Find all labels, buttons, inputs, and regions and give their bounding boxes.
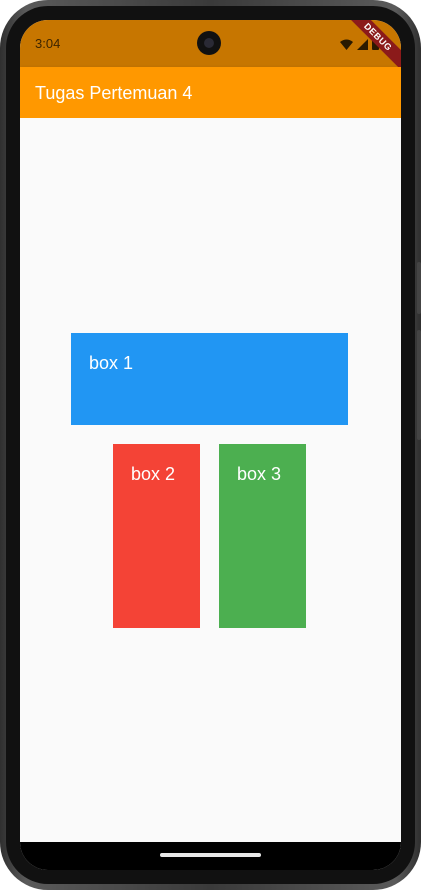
status-time: 3:04 <box>35 36 61 51</box>
app-title: Tugas Pertemuan 4 <box>35 83 193 103</box>
box-3-label: box 3 <box>237 464 282 484</box>
power-button <box>417 262 421 314</box>
volume-button <box>417 330 421 440</box>
box-1: box 1 <box>71 333 348 425</box>
signal-icon <box>357 37 368 55</box>
screen: 3:04 DEBUG Tugas Pertemuan 4 box 1 box 2… <box>20 20 401 870</box>
box-2: box 2 <box>113 444 200 628</box>
wifi-icon <box>340 37 353 55</box>
box-2-label: box 2 <box>131 464 176 484</box>
app-bar: Tugas Pertemuan 4 <box>20 67 401 118</box>
box-1-label: box 1 <box>89 353 134 373</box>
navigation-bar <box>20 842 401 870</box>
body-content: box 1 box 2 box 3 <box>20 118 401 840</box>
home-indicator[interactable] <box>160 853 261 857</box>
phone-frame: 3:04 DEBUG Tugas Pertemuan 4 box 1 box 2… <box>0 0 421 890</box>
box-3: box 3 <box>219 444 306 628</box>
status-bar: 3:04 DEBUG <box>20 20 401 74</box>
front-camera <box>197 31 221 55</box>
